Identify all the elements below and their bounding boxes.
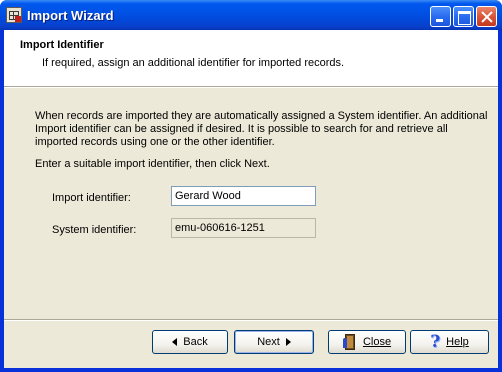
instruction-text: Enter a suitable import identifier, then… [35,158,270,170]
wizard-client-area: Import Identifier If required, assign an… [4,30,498,368]
description-text: When records are imported they are autom… [35,110,488,148]
footer-divider-highlight [4,320,498,321]
close-window-icon[interactable] [476,6,497,27]
arrow-left-icon [172,338,178,346]
back-button[interactable]: Back [152,330,228,354]
maximize-icon[interactable] [453,6,474,27]
close-button[interactable]: Close [328,330,406,354]
header-divider [4,87,498,88]
help-button-label: Help [446,336,469,348]
title-bar[interactable]: Import Wizard [0,0,502,30]
close-button-label: Close [362,336,392,348]
import-wizard-window: Import Wizard Import Identifier If requi… [0,0,502,372]
exit-door-icon [342,333,357,351]
window-title: Import Wizard [27,8,114,23]
app-grid-icon [6,7,22,23]
arrow-right-icon [285,338,291,346]
next-button-label: Next [257,336,280,348]
import-identifier-input[interactable] [171,186,316,206]
minimize-icon[interactable] [430,6,451,27]
page-title: Import Identifier [20,39,104,51]
system-identifier-label: System identifier: [52,224,137,236]
import-identifier-label: Import identifier: [52,192,131,204]
question-mark-icon: ? [430,331,441,352]
back-button-label: Back [183,336,208,348]
next-button[interactable]: Next [234,330,314,354]
page-subtitle: If required, assign an additional identi… [42,57,345,69]
system-identifier-field [171,218,316,238]
wizard-header: Import Identifier If required, assign an… [4,30,498,87]
help-button[interactable]: ? Help [410,330,489,354]
